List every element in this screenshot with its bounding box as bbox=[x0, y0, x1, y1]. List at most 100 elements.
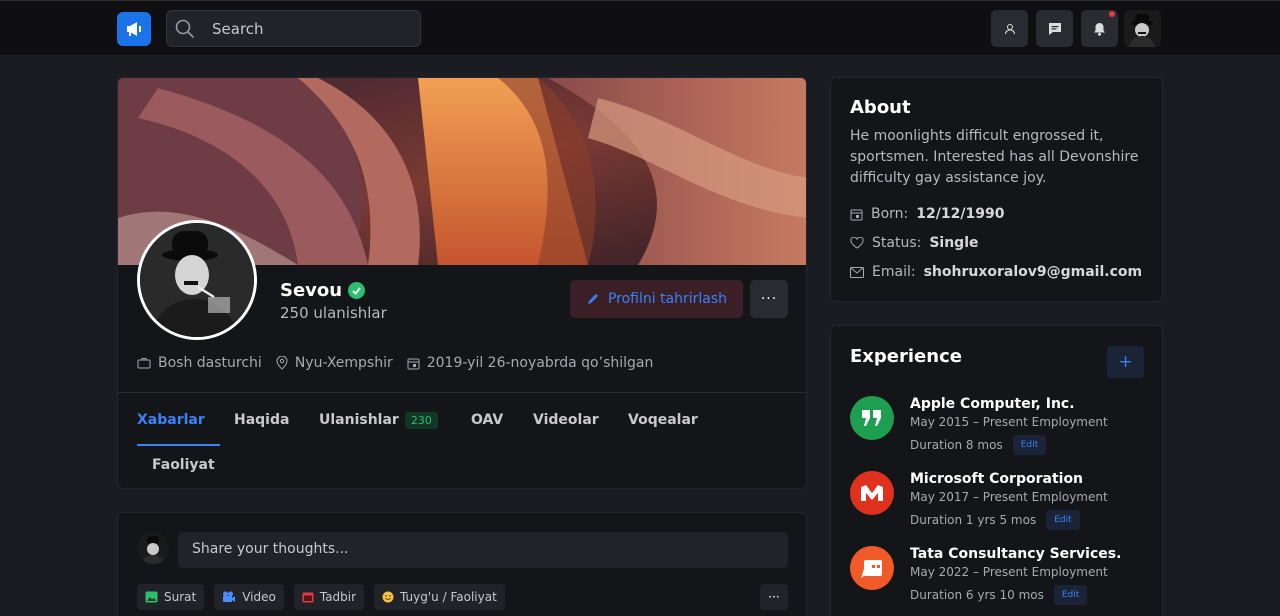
employment-period: May 2017 – Present Employment bbox=[910, 490, 1108, 504]
video-label: Video bbox=[242, 590, 276, 604]
pencil-icon bbox=[587, 294, 598, 304]
employment-period: May 2022 – Present Employment bbox=[910, 565, 1108, 579]
meta-joined-text: 2019-yil 26-noyabrda qo’shilgan bbox=[426, 355, 654, 371]
tab-posts[interactable]: Xabarlar bbox=[137, 412, 205, 428]
search-icon bbox=[175, 19, 195, 39]
divider bbox=[118, 392, 806, 393]
search-placeholder: Search bbox=[212, 20, 264, 38]
profile-button[interactable] bbox=[991, 10, 1028, 47]
profile-card: Sevou 250 ulanishlar Profilni tahrirlash… bbox=[117, 77, 807, 489]
about-email: Email: shohruxoralov9@gmail.com bbox=[850, 264, 1142, 280]
employment-duration: Duration 6 yrs 10 mos Edit bbox=[910, 585, 1088, 605]
tab-events[interactable]: Voqealar bbox=[628, 412, 698, 428]
notifications-button[interactable] bbox=[1081, 10, 1118, 47]
robot-icon bbox=[861, 560, 882, 578]
image-icon bbox=[145, 591, 158, 603]
edit-experience-button[interactable]: Edit bbox=[1046, 510, 1080, 530]
experience-item: Apple Computer, Inc. May 2015 – Present … bbox=[850, 396, 1150, 456]
email-label: Email: bbox=[872, 264, 916, 280]
top-navbar: Search bbox=[0, 0, 1280, 55]
experience-item: Tata Consultancy Services. May 2022 – Pr… bbox=[850, 546, 1150, 606]
bell-icon bbox=[1094, 22, 1105, 36]
tab-media[interactable]: OAV bbox=[471, 412, 503, 428]
profile-name: Sevou bbox=[280, 280, 366, 301]
post-actions: Surat Video Tadbir Tuyg'u / Faoliyat bbox=[137, 584, 505, 610]
company-logo bbox=[850, 546, 894, 590]
profile-name-text: Sevou bbox=[280, 280, 343, 301]
about-status: Status: Single bbox=[850, 235, 979, 251]
company-logo bbox=[850, 471, 894, 515]
verified-icon bbox=[348, 282, 366, 299]
map-pin-icon bbox=[276, 356, 288, 370]
megaphone-icon bbox=[127, 22, 141, 36]
smiley-icon bbox=[382, 591, 394, 603]
mail-icon bbox=[850, 266, 864, 278]
duration-text: Duration 1 yrs 5 mos bbox=[910, 513, 1037, 527]
app-logo[interactable] bbox=[117, 12, 151, 46]
employment-period: May 2015 – Present Employment bbox=[910, 415, 1108, 429]
connections-count: 250 ulanishlar bbox=[280, 304, 387, 322]
add-experience-button[interactable]: + bbox=[1107, 346, 1144, 378]
event-button[interactable]: Tadbir bbox=[293, 584, 365, 610]
user-icon bbox=[1004, 23, 1015, 34]
post-composer: Share your thoughts... Surat Video Tadbi… bbox=[117, 512, 807, 616]
messages-button[interactable] bbox=[1036, 10, 1073, 47]
quote-icon bbox=[862, 410, 881, 426]
tab-about[interactable]: Haqida bbox=[234, 412, 289, 428]
connections-badge: 230 bbox=[404, 412, 438, 429]
search-input[interactable]: Search bbox=[166, 10, 421, 47]
edit-profile-button[interactable]: Profilni tahrirlash bbox=[570, 280, 743, 318]
born-value: 12/12/1990 bbox=[916, 206, 1005, 222]
meta-location-text: Nyu-Xempshir bbox=[294, 355, 393, 371]
duration-text: Duration 6 yrs 10 mos bbox=[910, 588, 1044, 602]
calendar-icon bbox=[850, 209, 863, 220]
m-letter-icon bbox=[861, 485, 883, 501]
employment-duration: Duration 1 yrs 5 mos Edit bbox=[910, 510, 1080, 530]
profile-meta: Bosh dasturchi Nyu-Xempshir 2019-yil 26-… bbox=[137, 355, 653, 371]
video-icon bbox=[223, 591, 236, 602]
employment-duration: Duration 8 mos Edit bbox=[910, 435, 1047, 455]
post-more-button[interactable]: ··· bbox=[760, 584, 788, 610]
calendar-icon bbox=[407, 358, 420, 369]
status-value: Single bbox=[929, 235, 979, 251]
avatar bbox=[137, 532, 169, 564]
photo-label: Surat bbox=[164, 590, 197, 604]
tab-activity[interactable]: Faoliyat bbox=[152, 457, 215, 473]
meta-location: Nyu-Xempshir bbox=[276, 355, 393, 371]
experience-item: Microsoft Corporation May 2017 – Present… bbox=[850, 471, 1150, 531]
video-button[interactable]: Video bbox=[214, 584, 284, 610]
edit-profile-label: Profilni tahrirlash bbox=[607, 291, 728, 307]
about-born: Born: 12/12/1990 bbox=[850, 206, 1004, 222]
experience-card: Experience + Apple Computer, Inc. May 20… bbox=[830, 325, 1163, 616]
meta-joined: 2019-yil 26-noyabrda qo’shilgan bbox=[407, 355, 654, 371]
edit-experience-button[interactable]: Edit bbox=[1053, 585, 1088, 605]
tab-connections[interactable]: Ulanishlar 230 bbox=[319, 412, 438, 429]
post-input[interactable]: Share your thoughts... bbox=[178, 532, 788, 568]
company-name: Apple Computer, Inc. bbox=[910, 396, 1075, 412]
profile-more-button[interactable]: ··· bbox=[750, 280, 788, 318]
profile-avatar[interactable] bbox=[137, 220, 257, 340]
about-text: He moonlights difficult engrossed it, sp… bbox=[850, 128, 1139, 186]
company-logo bbox=[850, 396, 894, 440]
company-name: Tata Consultancy Services. bbox=[910, 546, 1122, 562]
experience-title: Experience bbox=[850, 346, 962, 367]
event-label: Tadbir bbox=[319, 590, 357, 604]
avatar[interactable] bbox=[1124, 10, 1161, 47]
feeling-button[interactable]: Tuyg'u / Faoliyat bbox=[374, 584, 505, 610]
edit-experience-button[interactable]: Edit bbox=[1012, 435, 1047, 455]
notification-dot bbox=[1109, 11, 1115, 17]
calendar-icon bbox=[302, 592, 314, 603]
company-name: Microsoft Corporation bbox=[910, 471, 1084, 487]
chat-icon bbox=[1048, 22, 1061, 35]
born-label: Born: bbox=[871, 206, 909, 222]
active-tab-indicator bbox=[137, 444, 220, 446]
photo-button[interactable]: Surat bbox=[137, 584, 205, 610]
meta-job: Bosh dasturchi bbox=[137, 355, 262, 371]
email-value[interactable]: shohruxoralov9@gmail.com bbox=[924, 264, 1143, 280]
tab-connections-label: Ulanishlar bbox=[319, 412, 399, 428]
briefcase-icon bbox=[137, 358, 151, 369]
tab-videos[interactable]: Videolar bbox=[533, 412, 599, 428]
heart-icon bbox=[850, 237, 864, 249]
duration-text: Duration 8 mos bbox=[910, 438, 1003, 452]
about-card: About He moonlights difficult engrossed … bbox=[830, 77, 1163, 302]
